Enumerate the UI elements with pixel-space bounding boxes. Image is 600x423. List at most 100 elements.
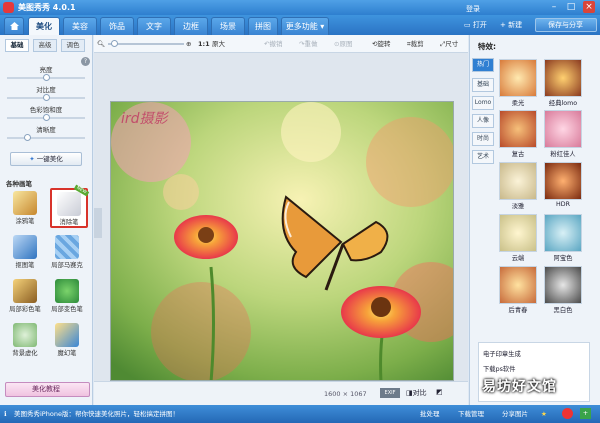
effects-tab-hot[interactable]: 热门: [472, 58, 494, 72]
effect-pink-thumb[interactable]: [544, 110, 582, 148]
magic-wand-icon: [55, 323, 79, 347]
subtab-color[interactable]: 调色: [61, 39, 85, 52]
one-key-beautify-button[interactable]: ✦ 一键美化: [10, 152, 82, 166]
beauty-tutorial-button[interactable]: 美化教程: [5, 382, 90, 397]
link-download-ps[interactable]: 下载ps软件: [483, 364, 589, 373]
share-image-button[interactable]: 分享图片: [502, 409, 528, 419]
photo-image: [111, 102, 453, 380]
magic-icon: ✦: [29, 155, 35, 163]
eraser-brush-tool[interactable]: 消除笔 NEW: [50, 184, 90, 228]
zoom-knob[interactable]: [111, 40, 118, 47]
effect-label: HDR: [556, 201, 570, 208]
magic-brush-tool[interactable]: 魔幻笔: [48, 321, 86, 361]
save-share-button[interactable]: 保存与分享: [535, 18, 597, 32]
zoom-slider[interactable]: [108, 40, 184, 47]
tab-scene[interactable]: 场景: [211, 17, 245, 35]
preview-icon[interactable]: ◩: [436, 388, 443, 396]
sharpness-slider[interactable]: 清晰度: [7, 124, 85, 141]
effects-title: 特效:: [478, 42, 496, 51]
effect-youth-thumb[interactable]: [499, 266, 537, 304]
image-dimensions: 1600 × 1067: [324, 390, 367, 398]
new-button[interactable]: + 新建: [500, 18, 522, 32]
effects-tab-fashion[interactable]: 时尚: [472, 132, 494, 146]
minimize-icon[interactable]: –: [548, 1, 560, 13]
effect-label: 经典lomo: [548, 100, 578, 107]
effects-panel: 特效: 热门 基础 Lomo 人像 时尚 艺术 柔光 经典lomo 复古 粉红佳…: [469, 35, 600, 405]
zoom-actual-button[interactable]: 1:1: [198, 39, 210, 49]
background-blur-tool[interactable]: 背景虚化: [6, 321, 44, 361]
star-icon[interactable]: ★: [541, 409, 547, 419]
status-bar: 1600 × 1067 EXIF ◨对比 ◩: [94, 381, 468, 405]
brush-icon: [13, 191, 37, 215]
tab-beautify[interactable]: 美化: [28, 17, 60, 35]
maximize-icon[interactable]: □: [565, 1, 577, 13]
undo-button[interactable]: ↶撤销: [264, 39, 282, 49]
restore-original-button[interactable]: ⊙原图: [334, 39, 352, 49]
rotate-button[interactable]: ⟲旋转: [372, 39, 390, 49]
subtab-basic[interactable]: 基础: [5, 39, 29, 52]
recolor-brush-tool[interactable]: 局部变色笔: [48, 277, 86, 317]
effects-tab-art[interactable]: 艺术: [472, 150, 494, 164]
effect-hdr-thumb[interactable]: [544, 162, 582, 200]
color-swap-icon: [55, 279, 79, 303]
image-canvas[interactable]: ird摄影: [94, 53, 468, 381]
slider-knob[interactable]: [43, 74, 50, 81]
effect-label: 云端: [511, 255, 525, 262]
info-icon: ℹ: [4, 410, 7, 418]
weibo-icon[interactable]: [562, 408, 573, 419]
effect-soft-light-thumb[interactable]: [499, 59, 537, 97]
tab-more[interactable]: 更多功能 ▾: [281, 17, 329, 35]
promo-text[interactable]: 美图秀秀iPhone版：帮你快速美化照片，轻松搞定拼图！: [14, 409, 179, 419]
zoom-in-icon[interactable]: ⊕: [186, 39, 191, 49]
butterfly-flower-photo[interactable]: ird摄影: [110, 101, 454, 381]
saturation-slider[interactable]: 色彩饱和度: [7, 104, 85, 121]
effect-cloud-thumb[interactable]: [499, 214, 537, 252]
download-manager-button[interactable]: 下载管理: [458, 409, 484, 419]
effects-tab-portrait[interactable]: 人像: [472, 114, 494, 128]
redo-button[interactable]: ↷重做: [299, 39, 317, 49]
resize-button[interactable]: ⤢尺寸: [440, 39, 458, 49]
zoom-icon[interactable]: 🔍︎: [97, 39, 105, 49]
tab-accessories[interactable]: 饰品: [100, 17, 134, 35]
brightness-slider[interactable]: 亮度: [7, 64, 85, 81]
bottom-bar: ℹ 美图秀秀iPhone版：帮你快速美化照片，轻松搞定拼图！ 批处理 下载管理 …: [0, 405, 600, 423]
compare-button[interactable]: ◨对比: [406, 388, 427, 398]
effect-retro-thumb[interactable]: [499, 110, 537, 148]
blur-icon: [13, 323, 37, 347]
slider-knob[interactable]: [43, 94, 50, 101]
close-icon[interactable]: ×: [583, 1, 595, 13]
effect-lomo-thumb[interactable]: [544, 59, 582, 97]
color-brush-tool[interactable]: 局部彩色笔: [6, 277, 44, 317]
login-link[interactable]: 登录: [466, 2, 480, 16]
mosaic-brush-tool[interactable]: 局部马赛克: [48, 233, 86, 273]
mosaic-icon: [55, 235, 79, 259]
exif-badge[interactable]: EXIF: [380, 388, 400, 398]
batch-button[interactable]: 批处理: [420, 409, 440, 419]
tab-text[interactable]: 文字: [137, 17, 171, 35]
contrast-slider[interactable]: 对比度: [7, 84, 85, 101]
doodle-brush-tool[interactable]: 涂鸦笔: [6, 189, 44, 229]
main-tab-bar: 美化 美容 饰品 文字 边框 场景 拼图 更多功能 ▾ 登录 ▭ 打开 + 新建…: [0, 5, 600, 35]
slider-knob[interactable]: [43, 114, 50, 121]
link-seal-generator[interactable]: 电子印章生成: [483, 349, 589, 358]
crop-button[interactable]: ⌗裁剪: [407, 39, 424, 49]
open-button[interactable]: ▭ 打开: [464, 18, 487, 32]
effect-abao-thumb[interactable]: [544, 214, 582, 252]
left-collapse-handle[interactable]: [94, 208, 102, 238]
effects-tab-lomo[interactable]: Lomo: [472, 96, 494, 110]
cutout-brush-tool[interactable]: 抠图笔: [6, 233, 44, 273]
effect-bw-thumb[interactable]: [544, 266, 582, 304]
effects-tab-basic[interactable]: 基础: [472, 78, 494, 92]
home-button[interactable]: [4, 17, 24, 35]
tab-beauty[interactable]: 美容: [63, 17, 97, 35]
paint-brush-icon: [13, 279, 37, 303]
add-icon[interactable]: +: [580, 408, 591, 419]
tab-collage[interactable]: 拼图: [248, 17, 278, 35]
home-icon: [10, 22, 19, 30]
original-size-button[interactable]: 原大: [212, 39, 225, 49]
slider-knob[interactable]: [24, 134, 31, 141]
subtab-advanced[interactable]: 高级: [33, 39, 57, 52]
effect-label: 柔光: [511, 100, 525, 107]
tab-frame[interactable]: 边框: [174, 17, 208, 35]
effect-elegant-thumb[interactable]: [499, 162, 537, 200]
